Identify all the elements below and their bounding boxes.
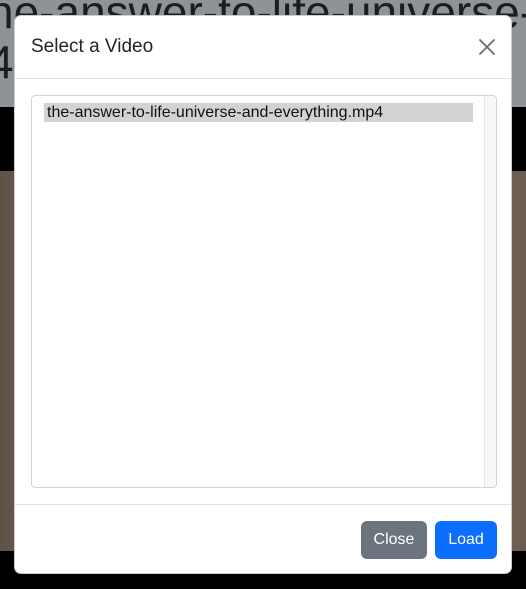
list-item[interactable]: the-answer-to-life-universe-and-everythi… <box>44 103 473 122</box>
file-list-items: the-answer-to-life-universe-and-everythi… <box>32 96 484 487</box>
dialog-title: Select a Video <box>31 36 154 57</box>
load-button[interactable]: Load <box>435 521 497 559</box>
close-button[interactable]: Close <box>361 521 427 559</box>
dialog-footer: Close Load <box>15 504 511 573</box>
video-file-list[interactable]: the-answer-to-life-universe-and-everythi… <box>31 95 497 488</box>
list-scrollbar[interactable] <box>484 96 496 487</box>
select-video-dialog: Select a Video the-answer-to-life-univer… <box>14 15 512 574</box>
close-icon[interactable] <box>475 35 499 59</box>
dialog-header: Select a Video <box>15 16 511 79</box>
